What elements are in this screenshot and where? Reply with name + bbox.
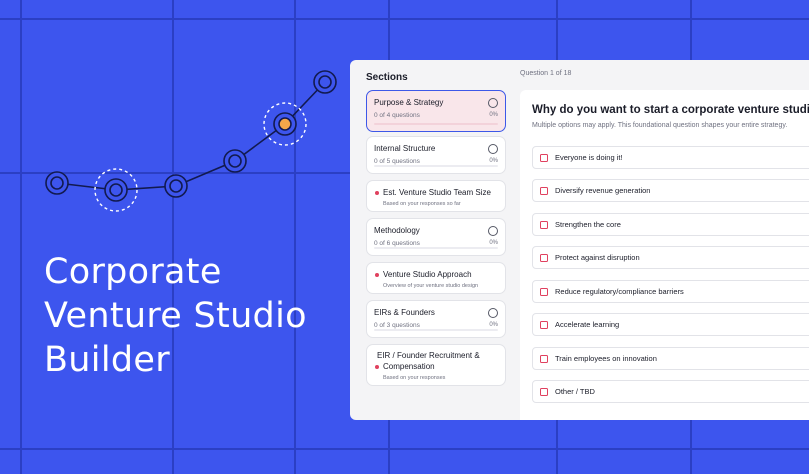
progress-bar: [374, 165, 498, 167]
option-row[interactable]: Everyone is doing it!: [532, 146, 809, 169]
question-counter: Question 1 of 18: [520, 70, 572, 77]
section-studio-approach[interactable]: Venture Studio Approach Overview of your…: [366, 262, 506, 294]
section-name-continued: Compensation: [383, 362, 435, 371]
section-percent: 0%: [489, 158, 498, 164]
section-methodology[interactable]: Methodology 0 of 6 questions 0%: [366, 218, 506, 256]
hero-title: Corporate Venture Studio Builder: [44, 250, 344, 382]
section-progress-text: 0 of 4 questions: [374, 112, 420, 119]
section-name: Internal Structure: [374, 144, 436, 153]
progress-bar: [374, 329, 498, 331]
grid-line: [0, 448, 809, 450]
checkbox[interactable]: [540, 321, 548, 329]
bullet-dot-icon: [375, 191, 379, 195]
section-eirs-founders[interactable]: EIRs & Founders 0 of 3 questions 0%: [366, 300, 506, 338]
bullet-dot-icon: [375, 365, 379, 369]
section-name: Est. Venture Studio Team Size: [383, 188, 491, 197]
hero-title-line: Builder: [44, 340, 170, 380]
app-window: Sections Question 1 of 18 Purpose & Stra…: [350, 60, 809, 420]
checkbox[interactable]: [540, 355, 548, 363]
progress-bar: [374, 123, 498, 125]
section-progress-text: 0 of 5 questions: [374, 158, 420, 165]
checkbox[interactable]: [540, 154, 548, 162]
option-label: Everyone is doing it!: [555, 153, 623, 162]
progress-path-illustration: [45, 70, 337, 212]
checkbox[interactable]: [540, 254, 548, 262]
section-percent: 0%: [489, 240, 498, 246]
option-row[interactable]: Other / TBD: [532, 380, 809, 403]
checkbox[interactable]: [540, 288, 548, 296]
question-title: Why do you want to start a corporate ven…: [532, 104, 809, 116]
section-description: Overview of your venture studio design: [383, 283, 479, 289]
section-name: EIRs & Founders: [374, 308, 435, 317]
question-description: Multiple options may apply. This foundat…: [532, 122, 788, 129]
option-label: Reduce regulatory/compliance barriers: [555, 287, 684, 296]
section-name: Methodology: [374, 226, 420, 235]
option-row[interactable]: Accelerate learning: [532, 313, 809, 336]
option-label: Protect against disruption: [555, 253, 640, 262]
option-label: Accelerate learning: [555, 320, 620, 329]
option-row[interactable]: Reduce regulatory/compliance barriers: [532, 280, 809, 303]
circle-status-icon: [488, 226, 498, 236]
circle-status-icon: [488, 98, 498, 108]
section-description: Based on your responses: [383, 375, 446, 381]
circle-status-icon: [488, 144, 498, 154]
hero-title-line: Venture Studio: [44, 296, 307, 336]
section-percent: 0%: [489, 322, 498, 328]
hero-title-line: Corporate: [44, 252, 222, 292]
bullet-dot-icon: [375, 273, 379, 277]
option-row[interactable]: Strengthen the core: [532, 213, 809, 236]
progress-bar: [374, 247, 498, 249]
section-progress-text: 0 of 6 questions: [374, 240, 420, 247]
option-label: Diversify revenue generation: [555, 186, 651, 195]
option-label: Strengthen the core: [555, 220, 621, 229]
question-panel: Why do you want to start a corporate ven…: [520, 90, 809, 420]
option-row[interactable]: Diversify revenue generation: [532, 179, 809, 202]
section-name: Venture Studio Approach: [383, 270, 472, 279]
section-internal-structure[interactable]: Internal Structure 0 of 5 questions 0%: [366, 136, 506, 174]
checkbox[interactable]: [540, 221, 548, 229]
sections-heading: Sections: [366, 72, 408, 83]
option-row[interactable]: Train employees on innovation: [532, 347, 809, 370]
checkbox[interactable]: [540, 388, 548, 396]
section-name: EIR / Founder Recruitment &: [377, 351, 480, 360]
section-eir-recruitment[interactable]: EIR / Founder Recruitment & Compensation…: [366, 344, 506, 386]
section-purpose-strategy[interactable]: Purpose & Strategy 0 of 4 questions 0%: [366, 90, 506, 132]
section-progress-text: 0 of 3 questions: [374, 322, 420, 329]
section-percent: 0%: [489, 112, 498, 118]
section-team-size[interactable]: Est. Venture Studio Team Size Based on y…: [366, 180, 506, 212]
option-row[interactable]: Protect against disruption: [532, 246, 809, 269]
option-label: Train employees on innovation: [555, 354, 657, 363]
option-label: Other / TBD: [555, 387, 595, 396]
section-description: Based on your responses so far: [383, 201, 461, 207]
circle-status-icon: [488, 308, 498, 318]
section-name: Purpose & Strategy: [374, 98, 444, 107]
checkbox[interactable]: [540, 187, 548, 195]
